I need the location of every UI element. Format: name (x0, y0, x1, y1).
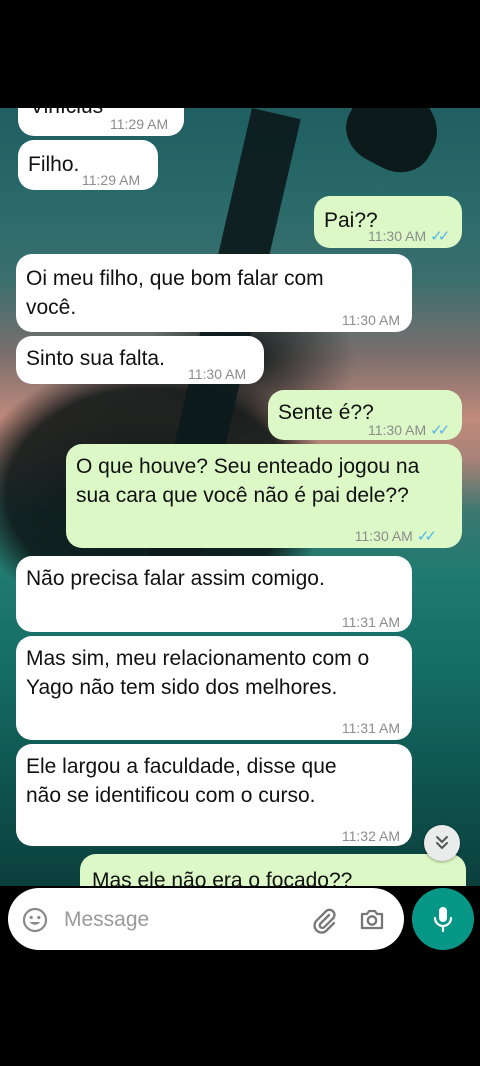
message-bubble-incoming[interactable]: Mas sim, meu relacionamento com o Yago n… (16, 636, 412, 740)
message-time: 11:29 AM (82, 172, 141, 188)
message-bubble-incoming[interactable]: Filho. 11:29 AM (18, 140, 158, 190)
message-text: Não precisa falar assim comigo. (26, 567, 325, 590)
message-text: O que houve? Seu enteado jogou na sua ca… (76, 455, 420, 507)
message-bubble-incoming[interactable]: Não precisa falar assim comigo. 11:31 AM (16, 556, 412, 632)
camera-icon[interactable] (358, 905, 386, 933)
message-time: 11:30 AM ✓✓ (368, 228, 450, 245)
message-time: 11:30 AM (188, 366, 247, 382)
message-time: 11:30 AM ✓✓ (354, 528, 437, 545)
message-bubble-incoming[interactable]: Sinto sua falta. 11:30 AM (16, 336, 264, 384)
read-receipt-icon: ✓✓ (430, 228, 450, 245)
read-receipt-icon: ✓✓ (416, 528, 437, 545)
wallpaper-guitar-head (334, 108, 452, 185)
message-time: 11:30 AM (341, 312, 400, 328)
mic-icon (433, 907, 453, 933)
message-composer (8, 888, 404, 950)
message-bubble-outgoing[interactable]: O que houve? Seu enteado jogou na sua ca… (66, 444, 462, 548)
double-chevron-down-icon (436, 836, 448, 850)
message-input[interactable] (62, 900, 296, 940)
message-bubble-incoming[interactable]: Ele largou a faculdade, disse que não se… (16, 744, 412, 846)
message-text: Sente é?? (278, 401, 374, 424)
message-text: Mas sim, meu relacionamento com o Yago n… (26, 647, 370, 699)
message-time: 11:29 AM (110, 116, 169, 132)
message-text: Mas ele não era o focado?? (92, 869, 353, 886)
message-text: Sinto sua falta. (26, 347, 165, 370)
message-bubble-incoming[interactable]: Vinícius 11:29 AM (18, 108, 184, 136)
voice-message-button[interactable] (412, 888, 474, 950)
message-bubble-outgoing[interactable]: Sente é?? 11:30 AM ✓✓ (268, 390, 462, 440)
message-bubble-incoming[interactable]: Oi meu filho, que bom falar com você. 11… (16, 254, 412, 332)
scroll-to-bottom-button[interactable] (424, 825, 460, 861)
message-time: 11:31 AM (341, 614, 400, 630)
message-text: Vinícius (30, 108, 103, 121)
message-bubble-outgoing[interactable]: Pai?? 11:30 AM ✓✓ (314, 196, 462, 248)
chat-background: Vinícius 11:29 AM Filho. 11:29 AM Pai?? … (0, 108, 480, 886)
message-time: 11:30 AM ✓✓ (368, 422, 450, 439)
emoji-icon[interactable] (22, 907, 48, 933)
message-text: Ele largou a faculdade, disse que não se… (26, 755, 337, 807)
attach-icon[interactable] (310, 906, 338, 934)
message-text: Filho. (28, 153, 80, 176)
read-receipt-icon: ✓✓ (430, 422, 450, 439)
message-bubble-outgoing[interactable]: Mas ele não era o focado?? (80, 854, 466, 886)
message-time: 11:32 AM (341, 828, 400, 844)
message-text: Oi meu filho, que bom falar com você. (26, 267, 324, 319)
message-time: 11:31 AM (341, 720, 400, 736)
